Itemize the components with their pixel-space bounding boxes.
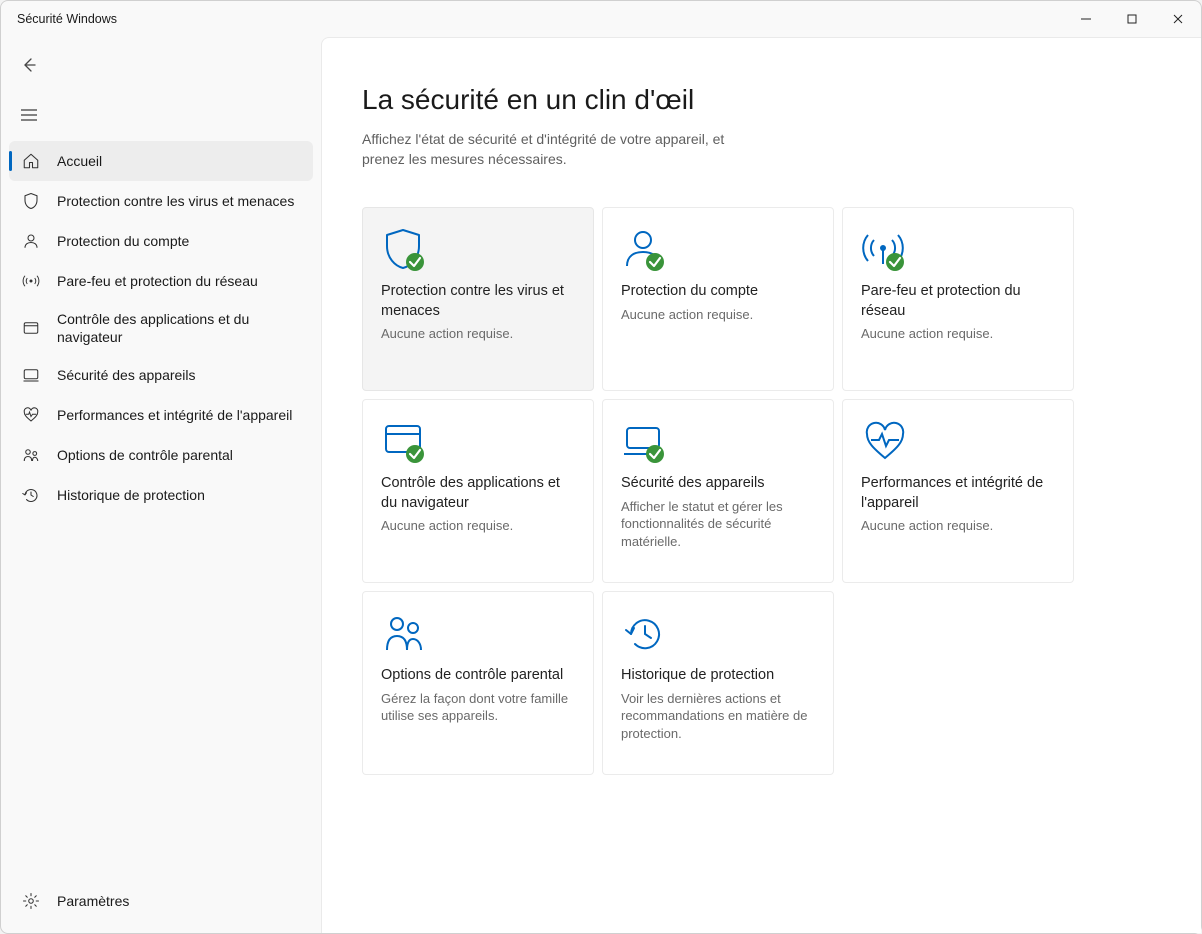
sidebar-item-home[interactable]: Accueil: [9, 141, 313, 181]
sidebar-item-label: Performances et intégrité de l'appareil: [57, 406, 292, 424]
network-icon: [861, 226, 1055, 282]
window-controls: [1063, 1, 1201, 37]
sidebar-item-account[interactable]: Protection du compte: [9, 221, 313, 261]
card-desc: Aucune action requise.: [381, 517, 575, 535]
card-title: Pare-feu et protection du réseau: [861, 282, 1055, 321]
sidebar-item-label: Options de contrôle parental: [57, 446, 233, 464]
card-grid: Protection contre les virus et menaces A…: [362, 207, 1161, 775]
sidebar-item-label: Protection du compte: [57, 232, 189, 250]
card-desc: Aucune action requise.: [861, 517, 1055, 535]
appcontrol-icon: [381, 418, 575, 474]
window-title: Sécurité Windows: [17, 12, 1063, 26]
card-history[interactable]: Historique de protection Voir les derniè…: [602, 591, 834, 775]
family-icon: [381, 610, 575, 666]
sidebar-item-family[interactable]: Options de contrôle parental: [9, 435, 313, 475]
card-account[interactable]: Protection du compte Aucune action requi…: [602, 207, 834, 391]
close-button[interactable]: [1155, 1, 1201, 37]
card-virus[interactable]: Protection contre les virus et menaces A…: [362, 207, 594, 391]
sidebar-item-label: Accueil: [57, 152, 102, 170]
sidebar-item-label: Paramètres: [57, 892, 129, 910]
maximize-button[interactable]: [1109, 1, 1155, 37]
card-desc: Voir les dernières actions et recommanda…: [621, 690, 815, 743]
sidebar-item-label: Contrôle des applications et du navigate…: [57, 310, 301, 346]
device-icon: [621, 418, 815, 474]
card-appcontrol[interactable]: Contrôle des applications et du navigate…: [362, 399, 594, 583]
sidebar-item-label: Pare-feu et protection du réseau: [57, 272, 258, 290]
app-window: Sécurité Windows: [0, 0, 1202, 934]
home-icon: [21, 151, 41, 171]
card-desc: Gérez la façon dont votre famille utilis…: [381, 690, 575, 725]
card-desc: Aucune action requise.: [621, 306, 815, 324]
page-subtitle: Affichez l'état de sécurité et d'intégri…: [362, 130, 742, 169]
sidebar-item-label: Protection contre les virus et menaces: [57, 192, 294, 210]
sidebar-item-label: Historique de protection: [57, 486, 205, 504]
card-title: Sécurité des appareils: [621, 474, 815, 494]
sidebar-item-label: Sécurité des appareils: [57, 366, 196, 384]
health-icon: [861, 418, 1055, 474]
card-device[interactable]: Sécurité des appareils Afficher le statu…: [602, 399, 834, 583]
page-title: La sécurité en un clin d'œil: [362, 84, 1161, 116]
back-button[interactable]: [9, 47, 49, 83]
card-title: Contrôle des applications et du navigate…: [381, 474, 575, 513]
card-desc: Aucune action requise.: [861, 325, 1055, 343]
card-title: Protection du compte: [621, 282, 815, 302]
appcontrol-icon: [21, 318, 41, 338]
sidebar-item-virus[interactable]: Protection contre les virus et menaces: [9, 181, 313, 221]
sidebar-item-device[interactable]: Sécurité des appareils: [9, 355, 313, 395]
family-icon: [21, 445, 41, 465]
card-title: Historique de protection: [621, 666, 815, 686]
card-firewall[interactable]: Pare-feu et protection du réseau Aucune …: [842, 207, 1074, 391]
sidebar-item-settings[interactable]: Paramètres: [9, 881, 313, 921]
main-content: La sécurité en un clin d'œil Affichez l'…: [321, 37, 1201, 933]
menu-toggle-button[interactable]: [9, 97, 49, 133]
card-family[interactable]: Options de contrôle parental Gérez la fa…: [362, 591, 594, 775]
sidebar-item-firewall[interactable]: Pare-feu et protection du réseau: [9, 261, 313, 301]
card-title: Protection contre les virus et menaces: [381, 282, 575, 321]
account-icon: [621, 226, 815, 282]
nav-list: Accueil Protection contre les virus et m…: [1, 141, 321, 515]
device-icon: [21, 365, 41, 385]
account-icon: [21, 231, 41, 251]
card-desc: Aucune action requise.: [381, 325, 575, 343]
card-title: Options de contrôle parental: [381, 666, 575, 686]
card-title: Performances et intégrité de l'appareil: [861, 474, 1055, 513]
gear-icon: [21, 891, 41, 911]
sidebar-item-appcontrol[interactable]: Contrôle des applications et du navigate…: [9, 301, 313, 355]
history-icon: [621, 610, 815, 666]
sidebar: Accueil Protection contre les virus et m…: [1, 37, 321, 933]
card-health[interactable]: Performances et intégrité de l'appareil …: [842, 399, 1074, 583]
history-icon: [21, 485, 41, 505]
titlebar: Sécurité Windows: [1, 1, 1201, 37]
network-icon: [21, 271, 41, 291]
sidebar-item-health[interactable]: Performances et intégrité de l'appareil: [9, 395, 313, 435]
health-icon: [21, 405, 41, 425]
shield-icon: [381, 226, 575, 282]
shield-icon: [21, 191, 41, 211]
card-desc: Afficher le statut et gérer les fonction…: [621, 498, 815, 551]
sidebar-item-history[interactable]: Historique de protection: [9, 475, 313, 515]
minimize-button[interactable]: [1063, 1, 1109, 37]
